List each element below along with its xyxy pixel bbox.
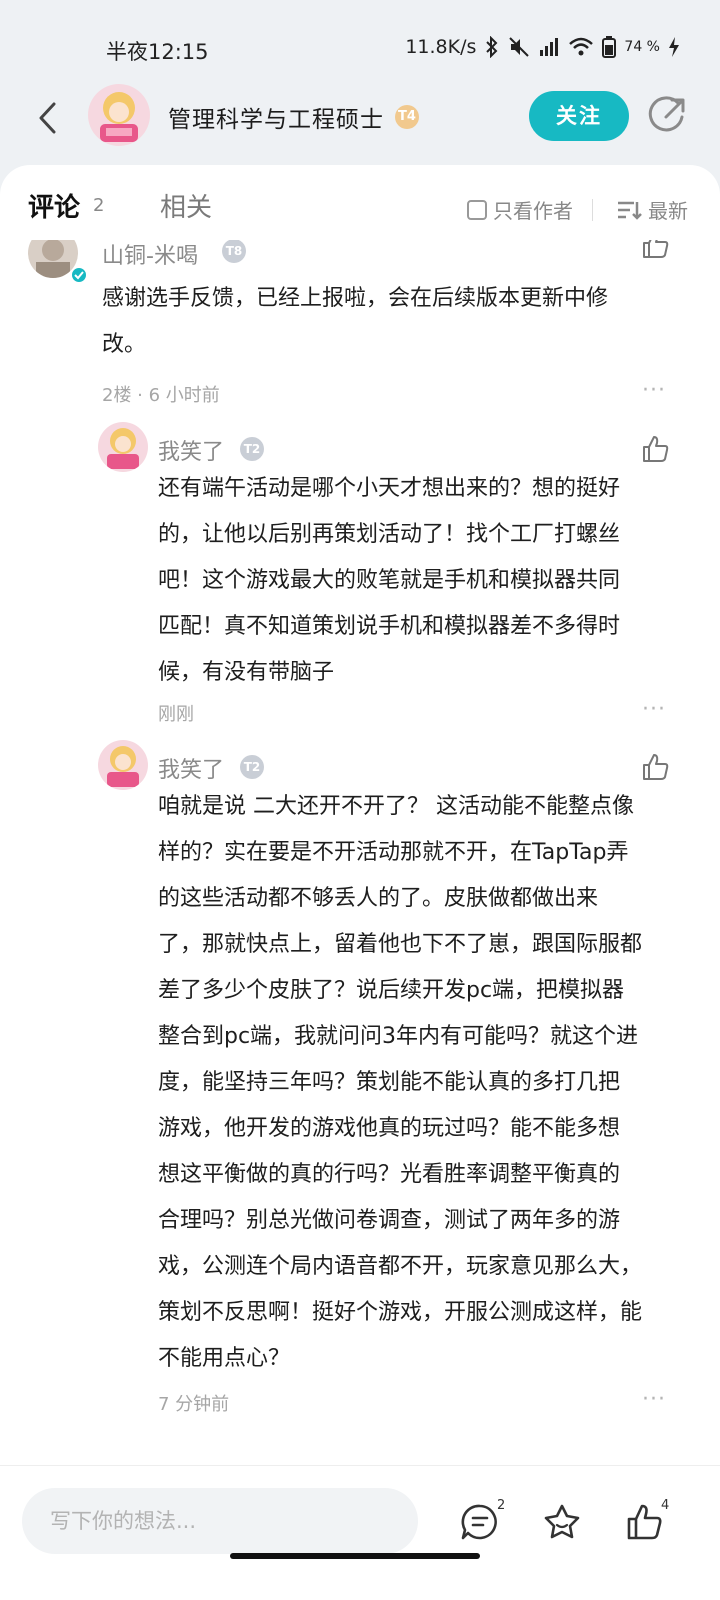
comment-input[interactable]: 写下你的想法... bbox=[22, 1488, 418, 1554]
user-avatar[interactable] bbox=[98, 740, 148, 790]
like-count: 4 bbox=[661, 1498, 670, 1513]
back-icon[interactable] bbox=[30, 96, 70, 140]
user-name[interactable]: 我笑了 bbox=[158, 434, 224, 466]
battery-level: 74 % bbox=[624, 39, 660, 55]
status-icons: 11.8K/s 74 % bbox=[405, 36, 680, 58]
comment-text: 感谢选手反馈，已经上报啦，会在后续版本更新中修 改。 bbox=[102, 286, 609, 357]
user-name[interactable]: 我笑了 bbox=[158, 752, 224, 784]
user-avatar[interactable] bbox=[98, 422, 148, 472]
only-author-label: 只看作者 bbox=[493, 199, 573, 223]
network-speed: 11.8K/s bbox=[405, 36, 477, 58]
comment-text: 还有端午活动是哪个小天才想出来的？想的挺好 的，让他以后别再策划活动了！找个工厂… bbox=[158, 476, 621, 685]
sort-toggle[interactable]: 最新 bbox=[616, 195, 688, 224]
home-indicator[interactable] bbox=[230, 1553, 480, 1559]
comment-meta: 2楼 · 6 小时前 bbox=[102, 385, 220, 406]
comment-tabs: 评论 2 相关 只看作者 最新 bbox=[0, 187, 720, 233]
bluetooth-icon bbox=[486, 36, 498, 58]
divider bbox=[592, 199, 593, 221]
status-time: 半夜12:15 bbox=[106, 40, 209, 64]
user-level-badge: T2 bbox=[240, 755, 264, 779]
follow-button[interactable]: 关注 bbox=[529, 91, 629, 141]
tab-comments-count: 2 bbox=[93, 195, 105, 216]
bottom-action-bar: 写下你的想法... 2 4 bbox=[0, 1465, 720, 1600]
favorite-icon[interactable] bbox=[542, 1502, 582, 1542]
more-options[interactable]: ··· bbox=[642, 697, 666, 722]
author-level-badge: T4 bbox=[395, 105, 419, 129]
comments-panel: 评论 2 相关 只看作者 最新 山铜-米喝 T8 感谢选手反馈，已经上报啦，会在… bbox=[0, 165, 720, 1465]
mute-icon bbox=[509, 37, 530, 57]
like-icon[interactable] bbox=[640, 240, 670, 260]
comment-meta: 7 分钟前 bbox=[158, 1394, 230, 1415]
comment-icon[interactable] bbox=[460, 1502, 500, 1542]
checkbox-icon bbox=[467, 199, 487, 220]
comment-meta: 刚刚 bbox=[158, 704, 194, 725]
user-level-badge: T8 bbox=[222, 240, 246, 263]
app-header: 管理科学与工程硕士 T4 关注 bbox=[0, 76, 720, 160]
verified-icon bbox=[70, 266, 88, 284]
user-level-badge: T2 bbox=[240, 437, 264, 461]
only-author-toggle[interactable]: 只看作者 bbox=[467, 195, 573, 224]
comment-text: 咱就是说 二大还开不开了？ 这活动能不能整点像 样的？实在要是不开活动那就不开，… bbox=[158, 794, 643, 1371]
comment-list[interactable]: 山铜-米喝 T8 感谢选手反馈，已经上报啦，会在后续版本更新中修 改。 2楼 ·… bbox=[0, 240, 720, 1465]
like-icon[interactable] bbox=[640, 434, 670, 464]
like-icon[interactable] bbox=[640, 752, 670, 782]
comment-count: 2 bbox=[497, 1498, 506, 1513]
author-name[interactable]: 管理科学与工程硕士 bbox=[168, 100, 384, 134]
wifi-icon bbox=[569, 37, 594, 56]
sort-icon bbox=[618, 201, 642, 220]
sort-label: 最新 bbox=[648, 199, 688, 223]
share-icon[interactable] bbox=[648, 95, 688, 135]
tab-comments[interactable]: 评论 bbox=[28, 187, 80, 224]
signal-icon bbox=[540, 38, 559, 56]
more-options[interactable]: ··· bbox=[642, 378, 666, 403]
user-name[interactable]: 山铜-米喝 bbox=[102, 240, 198, 270]
author-avatar[interactable] bbox=[88, 84, 150, 146]
like-icon[interactable] bbox=[624, 1502, 664, 1542]
battery-icon bbox=[602, 36, 617, 58]
charging-icon bbox=[669, 37, 679, 57]
more-options[interactable]: ··· bbox=[642, 1387, 666, 1412]
tab-related[interactable]: 相关 bbox=[160, 187, 212, 224]
